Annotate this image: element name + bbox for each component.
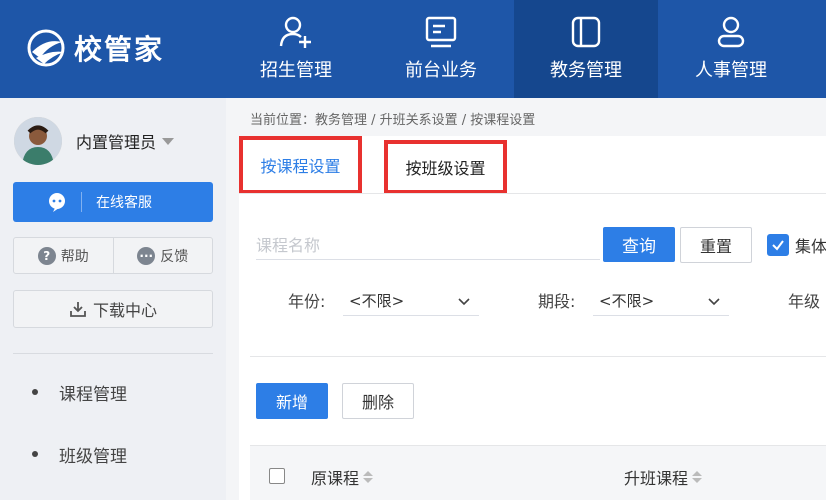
chevron-down-icon (708, 297, 720, 305)
help-label: 帮助 (60, 248, 89, 265)
avatar (14, 117, 62, 165)
chat-bubble-icon (49, 193, 65, 212)
query-button[interactable]: 查询 (603, 227, 675, 262)
breadcrumb: 当前位置：教务管理 / 升班关系设置 / 按课程设置 (250, 113, 536, 128)
nav-label: 前台业务 (405, 60, 477, 81)
avatar-image-icon (14, 117, 62, 165)
bullet-icon (32, 389, 38, 395)
feedback-label: 反馈 (160, 248, 189, 265)
sort-icon[interactable] (363, 471, 374, 483)
divider (81, 192, 82, 212)
delete-button[interactable]: 删除 (342, 383, 414, 419)
year-select-value: <不限> (349, 292, 405, 310)
nav-item-hr[interactable]: 人事管理 (659, 0, 803, 98)
column-label: 升班课程 (624, 469, 689, 488)
chevron-down-icon (458, 297, 470, 305)
top-navigation-bar: 校管家 招生管理 前台业务 教务管理 人事管理 (0, 0, 826, 98)
app-logo[interactable]: 校管家 (26, 28, 164, 68)
column-header-upgrade-course[interactable]: 升班课程 (624, 465, 703, 489)
tab-by-course[interactable]: 按课程设置 (239, 136, 362, 194)
year-label: 年份: (288, 292, 326, 311)
add-button[interactable]: 新增 (256, 383, 328, 419)
help-feedback-bar: ? 帮助 ··· 反馈 (13, 237, 213, 274)
help-button[interactable]: ? 帮助 (14, 238, 113, 273)
column-header-original-course[interactable]: 原课程 (311, 465, 374, 489)
nav-label: 招生管理 (260, 60, 332, 81)
course-name-input[interactable] (256, 232, 600, 260)
checkbox-checked-icon[interactable] (767, 234, 789, 256)
nav-item-front-desk[interactable]: 前台业务 (369, 0, 513, 98)
logo-icon (27, 29, 65, 67)
bullet-icon (32, 451, 38, 457)
sidebar-item-class-management[interactable]: 班级管理 (0, 434, 226, 474)
sidebar-item-label: 班级管理 (59, 446, 127, 467)
main-content: 按课程设置 按班级设置 查询 重置 集体 年份: <不限> 期段: <不限> 年… (239, 136, 826, 500)
online-service-label: 在线客服 (96, 195, 152, 211)
feedback-button[interactable]: ··· 反馈 (112, 238, 213, 273)
sort-icon[interactable] (692, 471, 703, 483)
divider (250, 356, 826, 357)
question-icon: ? (37, 246, 56, 265)
user-menu[interactable]: 内置管理员 (14, 117, 175, 165)
year-select[interactable]: <不限> (343, 286, 479, 316)
select-all-checkbox[interactable] (269, 468, 285, 484)
checkbox-label: 集体 (795, 237, 826, 256)
tab-underline (239, 193, 826, 194)
download-center-button[interactable]: 下载中心 (13, 290, 213, 328)
column-label: 原课程 (311, 469, 360, 488)
sidebar: 内置管理员 在线客服 ? 帮助 ··· 反馈 下载中心 课程管理 班级管理 (0, 98, 226, 500)
period-select[interactable]: <不限> (593, 286, 729, 316)
nav-label: 人事管理 (695, 60, 767, 81)
table-header: 原课程 升班课程 (250, 445, 826, 500)
nav-label: 教务管理 (550, 60, 622, 81)
period-label: 期段: (538, 292, 576, 311)
chevron-down-icon (162, 137, 175, 145)
reset-button[interactable]: 重置 (680, 227, 752, 263)
sidebar-item-course-management[interactable]: 课程管理 (0, 372, 226, 412)
nav-item-enrollment[interactable]: 招生管理 (224, 0, 368, 98)
download-center-label: 下载中心 (92, 301, 157, 320)
logo-text: 校管家 (74, 33, 165, 66)
tab-label: 按课程设置 (260, 157, 341, 176)
online-service-button[interactable]: 在线客服 (13, 182, 213, 222)
tab-by-class[interactable]: 按班级设置 (384, 140, 507, 194)
book-icon (571, 16, 601, 48)
monitor-icon (425, 16, 457, 48)
feedback-icon: ··· (137, 246, 156, 265)
nav-item-academic[interactable]: 教务管理 (514, 0, 658, 98)
sidebar-item-label: 课程管理 (59, 384, 127, 405)
collective-checkbox[interactable]: 集体 (767, 233, 826, 257)
divider (13, 353, 213, 354)
person-icon (717, 16, 745, 48)
grade-label: 年级 (788, 292, 821, 311)
check-icon (772, 240, 784, 251)
download-icon (70, 302, 86, 317)
tab-label: 按班级设置 (405, 159, 486, 178)
user-name: 内置管理员 (76, 133, 157, 152)
period-select-value: <不限> (599, 292, 655, 310)
user-add-icon (279, 16, 311, 48)
